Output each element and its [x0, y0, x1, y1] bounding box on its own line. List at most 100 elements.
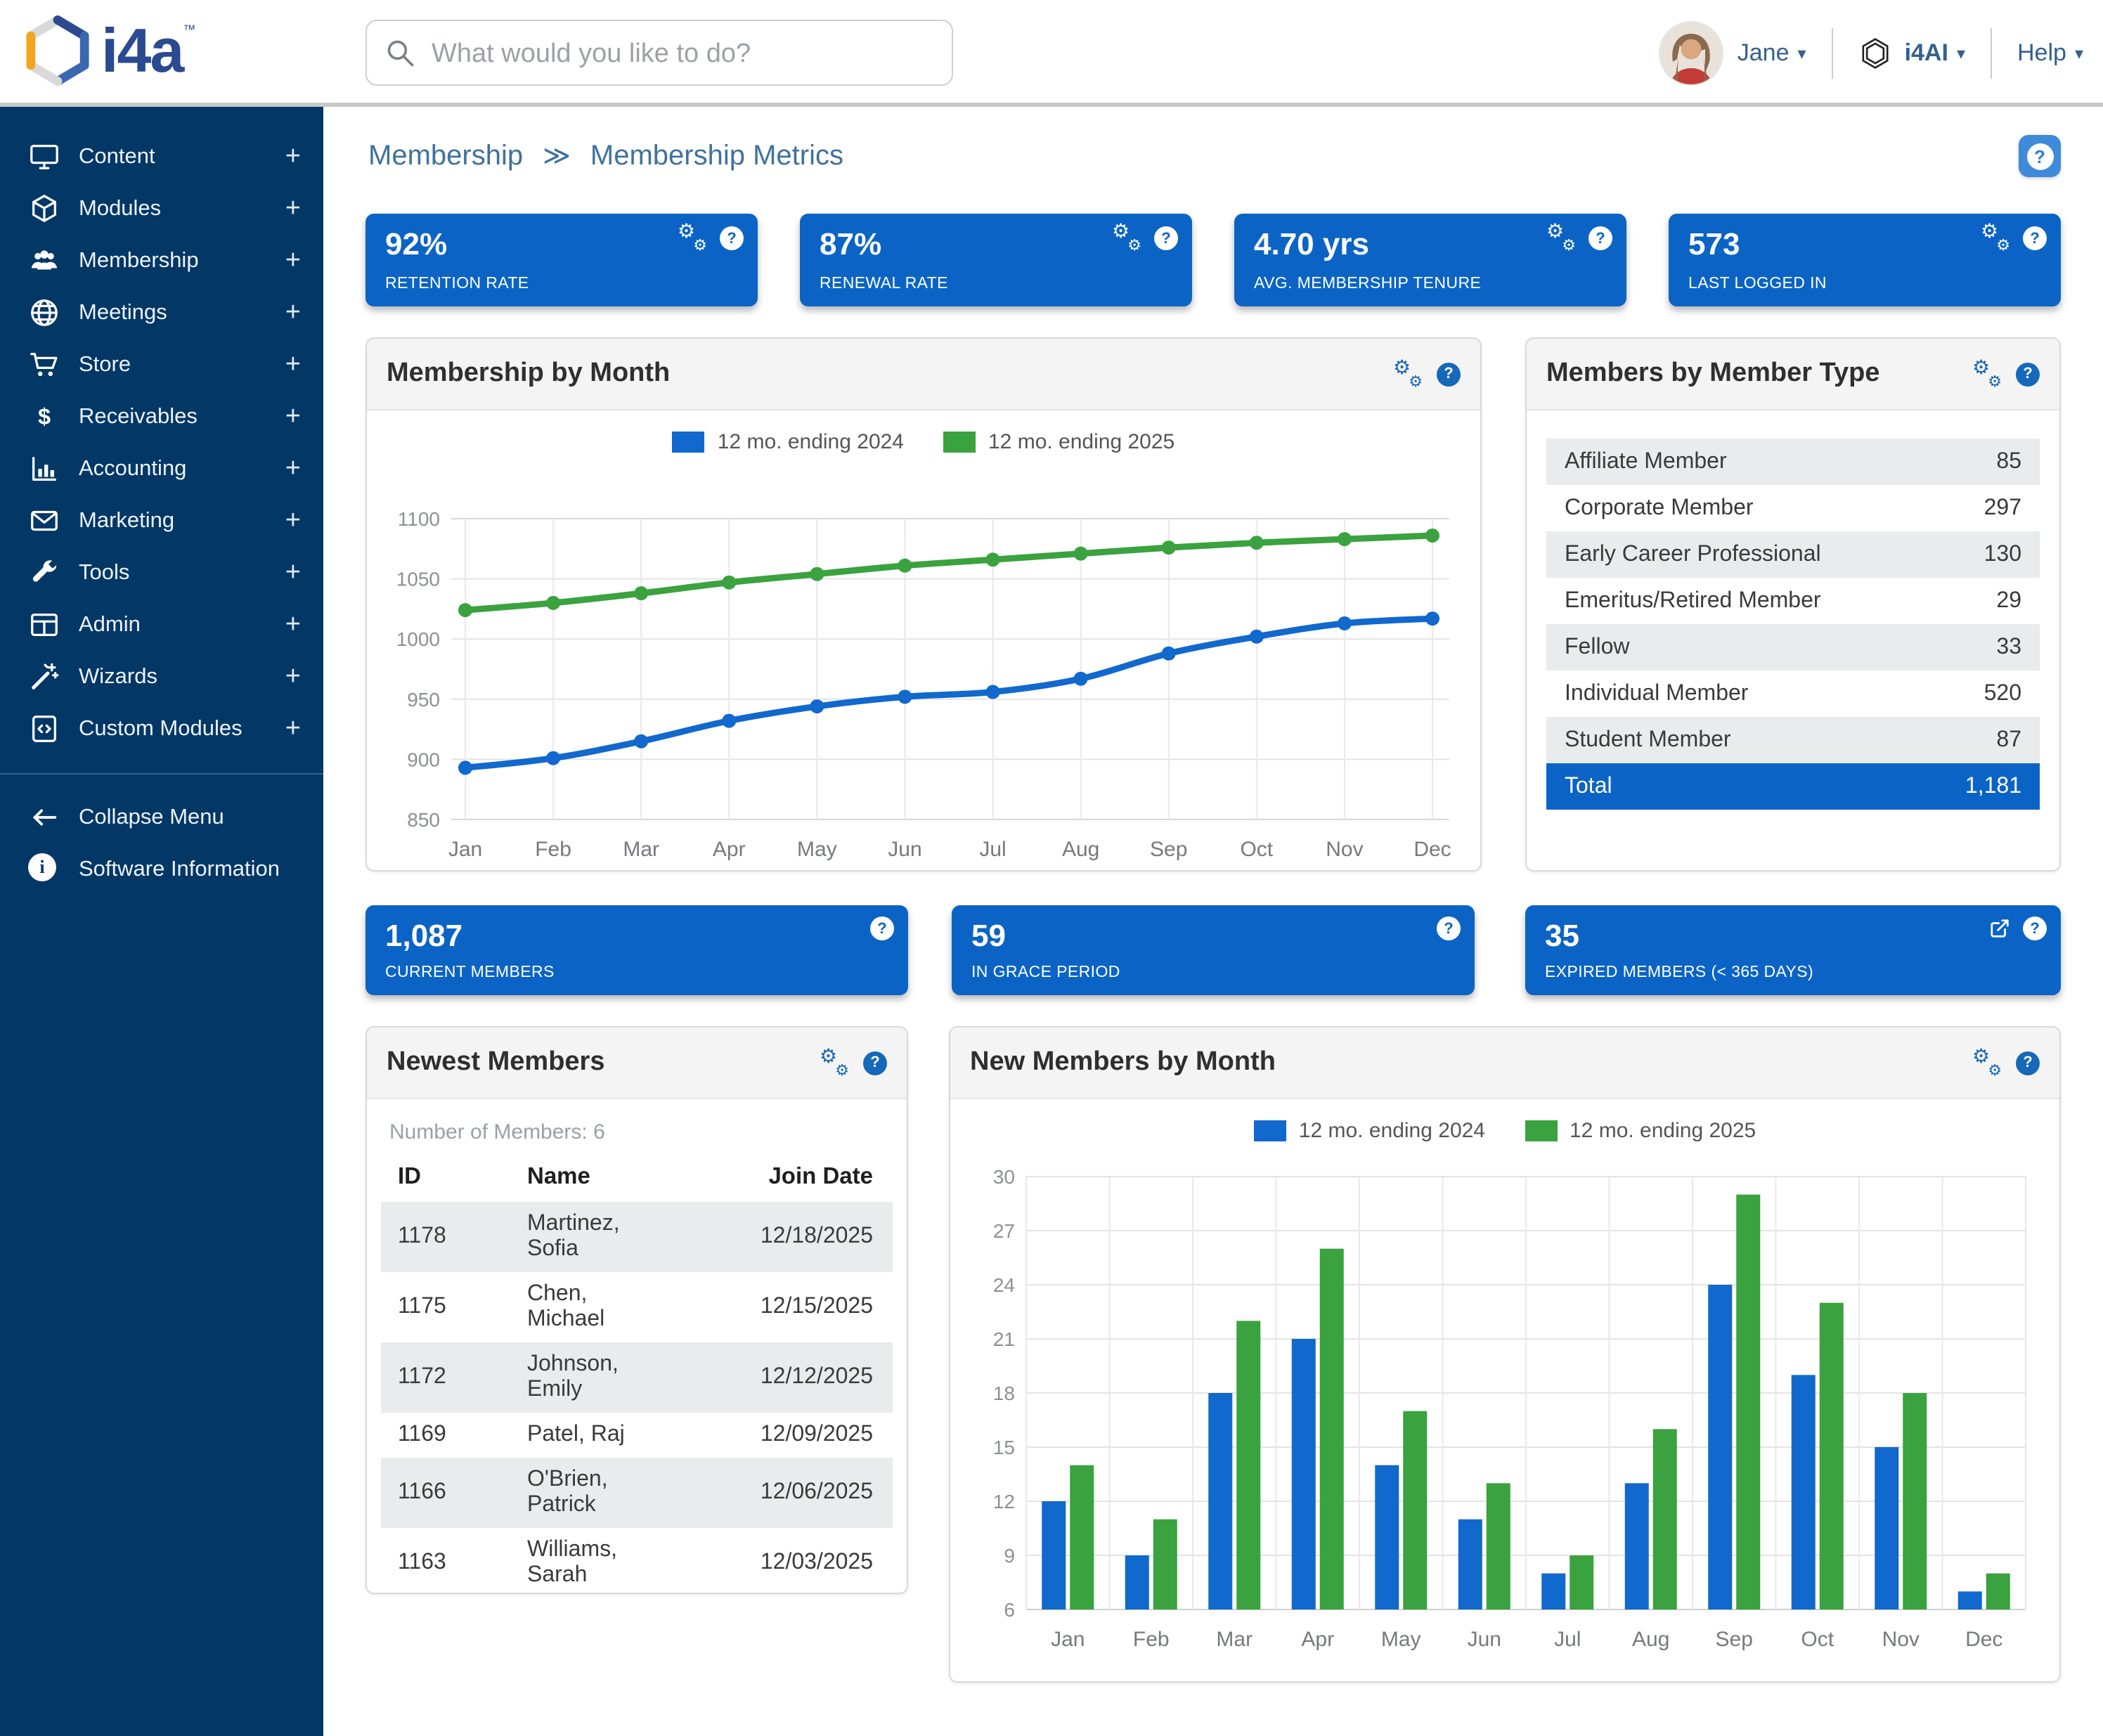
member-type-total-row: Total1,181: [1546, 763, 2040, 810]
settings-gears-icon[interactable]: ⚙⚙: [820, 1049, 849, 1076]
chevron-down-icon[interactable]: ▾: [1798, 44, 1806, 63]
table-row: 1172Johnson, Emily12/12/2025: [381, 1342, 893, 1413]
kpi-label: AVG. MEMBERSHIP TENURE: [1254, 276, 1481, 292]
sidebar-item-receivables[interactable]: $Receivables+: [0, 391, 323, 443]
svg-text:850: 850: [407, 809, 440, 831]
sidebar-item-accounting[interactable]: Accounting+: [0, 443, 323, 495]
kpi-value: 4.70 yrs: [1254, 226, 1369, 263]
line-chart-legend: 12 mo. ending 202412 mo. ending 2025: [367, 410, 1480, 454]
external-link-icon[interactable]: [1989, 918, 2010, 939]
settings-gears-icon[interactable]: ⚙⚙: [1112, 225, 1141, 252]
question-icon[interactable]: ?: [1437, 362, 1461, 386]
card-header: Newest Members ⚙⚙ ?: [367, 1028, 907, 1099]
members-by-member-type-card: Members by Member Type ⚙⚙ ? Affiliate Me…: [1525, 337, 2061, 872]
expand-plus-icon[interactable]: +: [285, 401, 301, 432]
member-type-row: Student Member87: [1546, 717, 2040, 763]
monitor-icon: [28, 141, 60, 173]
page-help-button[interactable]: ?: [2019, 135, 2061, 177]
info-icon: i: [28, 853, 60, 886]
breadcrumb-separator-icon: ≫: [543, 141, 571, 173]
arrow-left-icon: [28, 801, 60, 834]
help-menu[interactable]: Help: [2017, 39, 2066, 67]
expand-plus-icon[interactable]: +: [285, 297, 301, 328]
table-row: 1169Patel, Raj12/09/2025: [381, 1413, 893, 1458]
kpi-label: RETENTION RATE: [385, 276, 529, 292]
svg-text:6: 6: [1004, 1599, 1015, 1621]
collapse-menu-button[interactable]: Collapse Menu: [0, 791, 323, 843]
stat-value: 35: [1545, 918, 1579, 954]
i4a-logo[interactable]: i4a ™: [25, 15, 195, 89]
member-type-row: Early Career Professional130: [1546, 531, 2040, 578]
kpi-card-last-logged-in: 573LAST LOGGED IN⚙⚙?: [1669, 214, 2061, 306]
member-type-row: Emeritus/Retired Member29: [1546, 578, 2040, 624]
main-content: Membership ≫ Membership Metrics ? 92%RET…: [323, 107, 2103, 1736]
sidebar-item-store[interactable]: Store+: [0, 339, 323, 391]
question-icon[interactable]: ?: [1154, 226, 1178, 250]
legend-item: 12 mo. ending 2025: [1525, 1119, 1756, 1143]
member-type-row: Fellow33: [1546, 624, 2040, 671]
user-avatar[interactable]: [1659, 21, 1723, 86]
i4ai-menu[interactable]: i4AI: [1905, 39, 1948, 67]
chevron-down-icon[interactable]: ▾: [2075, 44, 2083, 63]
expand-plus-icon[interactable]: +: [285, 609, 301, 640]
stat-card-current-members: 1,087 CURRENT MEMBERS?: [365, 905, 908, 995]
sidebar-item-marketing[interactable]: Marketing+: [0, 495, 323, 547]
svg-text:Sep: Sep: [1150, 838, 1187, 861]
kpi-label: LAST LOGGED IN: [1688, 276, 1827, 292]
breadcrumb-parent[interactable]: Membership: [368, 141, 523, 173]
svg-text:Feb: Feb: [1133, 1628, 1170, 1651]
question-icon[interactable]: ?: [2016, 1051, 2040, 1075]
breadcrumb-current: Membership Metrics: [590, 141, 843, 173]
stat-label: EXPIRED MEMBERS (< 365 DAYS): [1545, 964, 1813, 981]
stat-value: 1,087: [385, 918, 462, 954]
question-icon[interactable]: ?: [2023, 226, 2047, 250]
expand-plus-icon[interactable]: +: [285, 713, 301, 744]
question-icon[interactable]: ?: [863, 1051, 887, 1075]
expand-plus-icon[interactable]: +: [285, 557, 301, 588]
expand-plus-icon[interactable]: +: [285, 141, 301, 172]
settings-gears-icon[interactable]: ⚙⚙: [1972, 361, 2002, 387]
sidebar-item-modules[interactable]: Modules+: [0, 183, 323, 235]
column-header-id: ID: [381, 1155, 510, 1202]
question-icon[interactable]: ?: [1588, 226, 1612, 250]
settings-gears-icon[interactable]: ⚙⚙: [1981, 225, 2010, 252]
expand-plus-icon[interactable]: +: [285, 245, 301, 276]
question-icon[interactable]: ?: [870, 916, 894, 940]
expand-plus-icon[interactable]: +: [285, 193, 301, 224]
question-icon[interactable]: ?: [1437, 916, 1461, 940]
i4a-hexagon-icon: [25, 15, 90, 86]
stat-label: CURRENT MEMBERS: [385, 964, 555, 981]
breadcrumb: Membership ≫ Membership Metrics: [368, 141, 843, 173]
search-input[interactable]: [429, 22, 940, 86]
svg-text:Jan: Jan: [448, 838, 482, 861]
chevron-down-icon[interactable]: ▾: [1957, 44, 1965, 63]
expand-plus-icon[interactable]: +: [285, 505, 301, 536]
member-type-row: Individual Member520: [1546, 671, 2040, 717]
user-menu[interactable]: Jane: [1738, 39, 1790, 67]
expand-plus-icon[interactable]: +: [285, 661, 301, 692]
sidebar-item-tools[interactable]: Tools+: [0, 547, 323, 599]
sidebar-item-custom-modules[interactable]: Custom Modules+: [0, 703, 323, 755]
sidebar-item-meetings[interactable]: Meetings+: [0, 287, 323, 339]
table-row: 1178Martinez, Sofia12/18/2025: [381, 1202, 893, 1272]
sidebar-item-membership[interactable]: Membership+: [0, 235, 323, 287]
sidebar-item-admin[interactable]: Admin+: [0, 599, 323, 651]
question-icon[interactable]: ?: [2016, 362, 2040, 386]
expand-plus-icon[interactable]: +: [285, 349, 301, 380]
membership-by-month-card: Membership by Month ⚙⚙ ? 12 mo. ending 2…: [365, 337, 1482, 872]
expand-plus-icon[interactable]: +: [285, 453, 301, 484]
svg-text:12: 12: [993, 1491, 1015, 1512]
settings-gears-icon[interactable]: ⚙⚙: [1972, 1049, 2002, 1076]
settings-gears-icon[interactable]: ⚙⚙: [1546, 225, 1576, 252]
sidebar-item-wizards[interactable]: Wizards+: [0, 651, 323, 703]
question-icon[interactable]: ?: [720, 226, 744, 250]
question-icon[interactable]: ?: [2023, 916, 2047, 940]
code-icon: [28, 713, 60, 745]
settings-gears-icon[interactable]: ⚙⚙: [678, 225, 707, 252]
software-information-button[interactable]: i Software Information: [0, 843, 323, 895]
membership-by-month-chart: 850900950100010501100JanFebMarAprMayJunJ…: [384, 457, 1466, 872]
sidebar-item-content[interactable]: Content+: [0, 131, 323, 183]
newest-members-table: ID Name Join Date 1178Martinez, Sofia12/…: [381, 1155, 893, 1594]
stat-card-in-grace-period: 59IN GRACE PERIOD?: [952, 905, 1475, 995]
settings-gears-icon[interactable]: ⚙⚙: [1393, 361, 1423, 387]
